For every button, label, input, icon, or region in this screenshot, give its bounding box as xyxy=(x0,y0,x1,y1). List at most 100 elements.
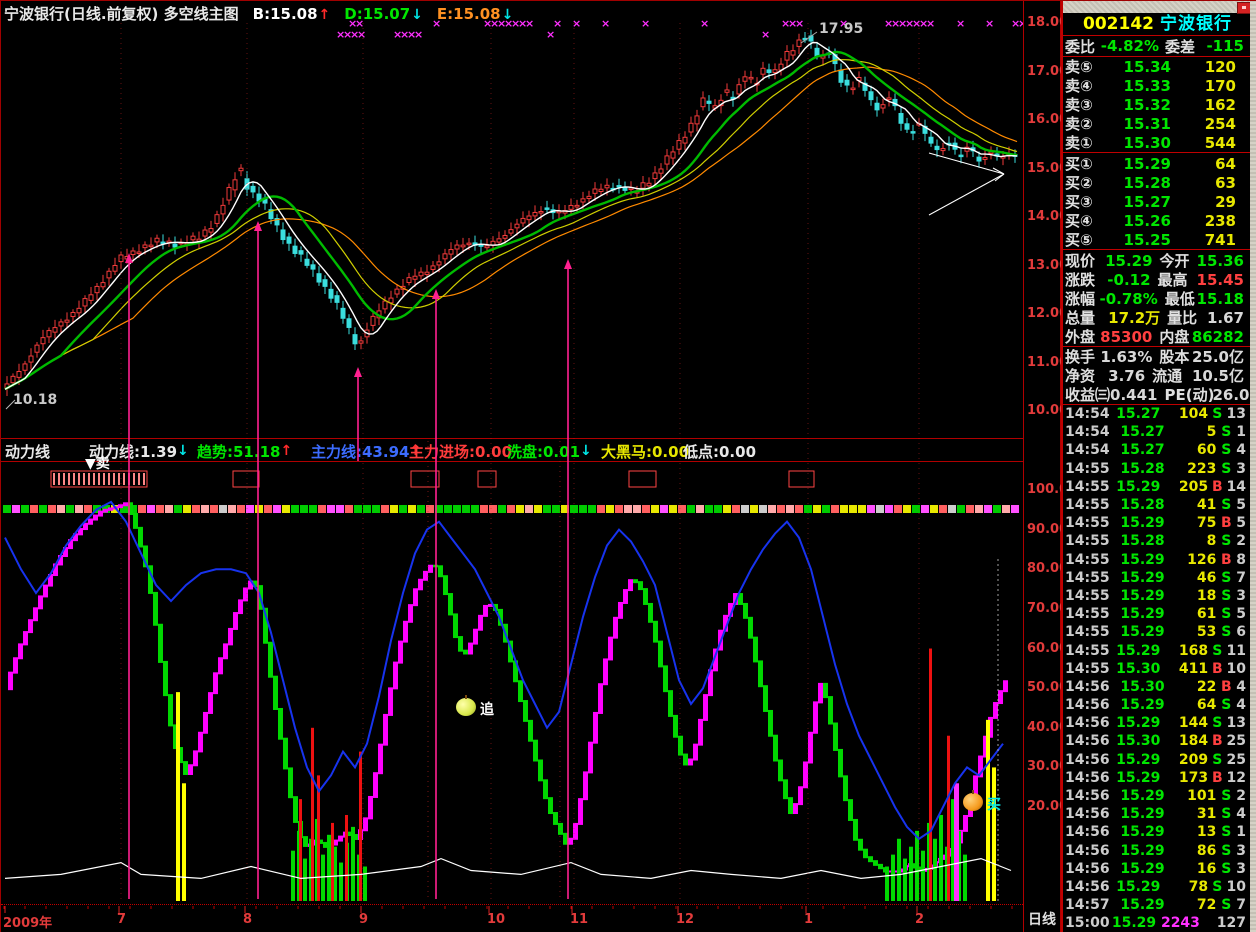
tick-price: 15.29 xyxy=(1120,606,1165,623)
indicator-chart[interactable] xyxy=(1,461,1023,904)
tick-row: 14:55 15.28 223 S 3 xyxy=(1063,460,1252,478)
bid-level-label: 买⑤ xyxy=(1065,231,1093,249)
tick-price: 15.29 xyxy=(1116,769,1161,786)
tick-count: 11 xyxy=(1226,642,1246,659)
tick-price: 15.29 xyxy=(1120,842,1165,859)
price-axis-strip: 18.00 17.00 16.00 15.00 14.00 13.00 12.00 11.00… xyxy=(1023,1,1069,932)
svg-text:×: × xyxy=(546,28,555,41)
tick-volume: 126 xyxy=(1187,551,1217,568)
y-axis-label: 16.00 xyxy=(1027,112,1069,127)
sell-signal-marker: ▼卖 xyxy=(85,456,110,472)
tick-row: 14:55 15.29 61 S 5 xyxy=(1063,605,1252,623)
tick-count: 25 xyxy=(1226,733,1246,750)
stat-label: 净资 xyxy=(1065,367,1096,385)
tick-side: S xyxy=(1221,424,1232,441)
tick-volume: 184 xyxy=(1178,733,1209,750)
bid-row[interactable]: 买④ 15.26 238 xyxy=(1063,211,1252,231)
tick-time: 14:56 xyxy=(1065,715,1110,732)
tick-price: 15.29 xyxy=(1120,897,1165,914)
stat-label: 现价 xyxy=(1065,252,1096,270)
indicator-axis-label: 30.00 xyxy=(1027,759,1069,775)
tick-side: B xyxy=(1211,769,1223,786)
tick-row: 14:56 15.29 13 S 1 xyxy=(1063,823,1252,841)
stat-row: 涨跌 -0.12 最高 15.45 xyxy=(1063,270,1252,290)
trading-terminal-window: ××××××××××××××××××××××××××××××××××××××××… xyxy=(0,0,1256,932)
tick-side: B xyxy=(1211,478,1223,495)
tick-price: 15.29 xyxy=(1116,478,1161,495)
tick-count: 127 xyxy=(1216,915,1246,932)
tick-price: 15.29 xyxy=(1120,624,1165,641)
tick-volume: 60 xyxy=(1196,442,1217,459)
ask-row[interactable]: 卖④ 15.33 170 xyxy=(1063,76,1252,96)
tick-time: 14:56 xyxy=(1065,733,1110,750)
time-axis-ticks xyxy=(3,906,1013,913)
tick-side: S xyxy=(1212,878,1223,895)
ask-level-label: 卖③ xyxy=(1065,96,1093,114)
time-axis-label: 8 xyxy=(243,912,253,927)
indicator-axis-label: 40.00 xyxy=(1027,719,1069,735)
chart-legend: B:15.08↑ D:15.07↓ E:15.08↓ xyxy=(239,5,514,23)
legend-item: E:15.08↓ xyxy=(436,5,514,23)
tick-time: 15:00 xyxy=(1065,915,1110,932)
high-price-label: 17.95 xyxy=(819,21,864,37)
bid-volume: 741 xyxy=(1204,230,1236,249)
ask-row[interactable]: 卖② 15.31 254 xyxy=(1063,114,1252,134)
ask-row[interactable]: 卖③ 15.32 162 xyxy=(1063,95,1252,115)
ask-row[interactable]: 卖⑤ 15.34 120 xyxy=(1063,57,1252,77)
bid-volume: 63 xyxy=(1215,173,1236,192)
tick-time: 14:55 xyxy=(1065,569,1110,586)
bid-row[interactable]: 买① 15.29 64 xyxy=(1063,154,1252,174)
bid-volume: 64 xyxy=(1215,154,1236,173)
tick-price: 15.29 xyxy=(1120,806,1165,823)
tick-time: 14:55 xyxy=(1065,642,1110,659)
tick-price: 15.29 xyxy=(1120,569,1165,586)
trend-arrow-icon: ↓ xyxy=(411,7,423,23)
indicator-field: 主力线:43.94 ↑ xyxy=(311,443,422,461)
stat-value: 86282 xyxy=(1191,327,1244,346)
period-label[interactable]: 日线 xyxy=(1028,909,1056,929)
tick-row: 14:54 15.27 5 S 1 xyxy=(1063,423,1252,441)
tick-row: 14:56 15.29 209 S 25 xyxy=(1063,751,1252,769)
stat-label: 总量 xyxy=(1065,309,1096,327)
tick-volume: 144 xyxy=(1178,715,1209,732)
tick-volume: 209 xyxy=(1178,751,1209,768)
tick-volume: 2243 xyxy=(1160,915,1200,932)
ask-row[interactable]: 卖① 15.30 544 xyxy=(1063,133,1252,153)
tick-volume: 18 xyxy=(1196,587,1217,604)
svg-text:×: × xyxy=(357,28,366,41)
tick-volume: 13 xyxy=(1196,824,1217,841)
tick-row: 14:55 15.29 53 S 6 xyxy=(1063,623,1252,641)
stock-name: 宁波银行 xyxy=(1159,14,1232,34)
trend-arrow-icon: ↓ xyxy=(501,7,514,23)
tick-row: 14:55 15.29 168 S 11 xyxy=(1063,641,1252,659)
bid-volume: 29 xyxy=(1215,192,1236,211)
quote-panel: 002142 宁波银行 委比 -4.82% 委差 -115 卖⑤ 15.34 120 卖… xyxy=(1061,1,1256,932)
tick-side: B xyxy=(1220,678,1232,695)
indicator-field: 主力进场:0.00 xyxy=(409,443,513,461)
svg-text:×: × xyxy=(926,17,935,30)
stat-row: 收益㈢ 0.441 PE(动) 26.0 xyxy=(1063,385,1252,405)
y-axis-label: 18.00 xyxy=(1027,15,1069,30)
trend-arrow-icon: ↑ xyxy=(318,7,331,23)
main-price-chart[interactable]: ×××××××××××××××××××××××××××××××××××××××× xyxy=(1,1,1023,438)
bid-row[interactable]: 买⑤ 15.25 741 xyxy=(1063,230,1252,250)
tick-side: B xyxy=(1220,551,1232,568)
indicator-axis-label: 70.00 xyxy=(1027,600,1069,616)
bid-level-label: 买② xyxy=(1065,174,1093,192)
tick-volume: 75 xyxy=(1196,515,1217,532)
tick-price: 15.29 xyxy=(1116,642,1161,659)
indicator-field: 低点:0.00 xyxy=(683,443,757,461)
bid-volume: 238 xyxy=(1204,211,1236,230)
bid-row[interactable]: 买③ 15.27 29 xyxy=(1063,192,1252,212)
stat-label: 涨跌 xyxy=(1065,271,1096,289)
svg-text:×: × xyxy=(761,28,770,41)
window-chrome-right xyxy=(1250,1,1256,932)
stat-value: 85300 xyxy=(1100,327,1153,346)
tick-side: S xyxy=(1221,860,1232,877)
bid-row[interactable]: 买② 15.28 63 xyxy=(1063,173,1252,193)
tick-time: 14:56 xyxy=(1065,678,1110,695)
tick-volume: 16 xyxy=(1196,860,1217,877)
tick-trade-list[interactable]: 14:54 15.27 104 S 13 14:54 15.27 5 S 1 14:54 15.27 6… xyxy=(1063,405,1252,932)
tick-side: S xyxy=(1221,824,1232,841)
chase-apple-icon xyxy=(456,695,476,716)
